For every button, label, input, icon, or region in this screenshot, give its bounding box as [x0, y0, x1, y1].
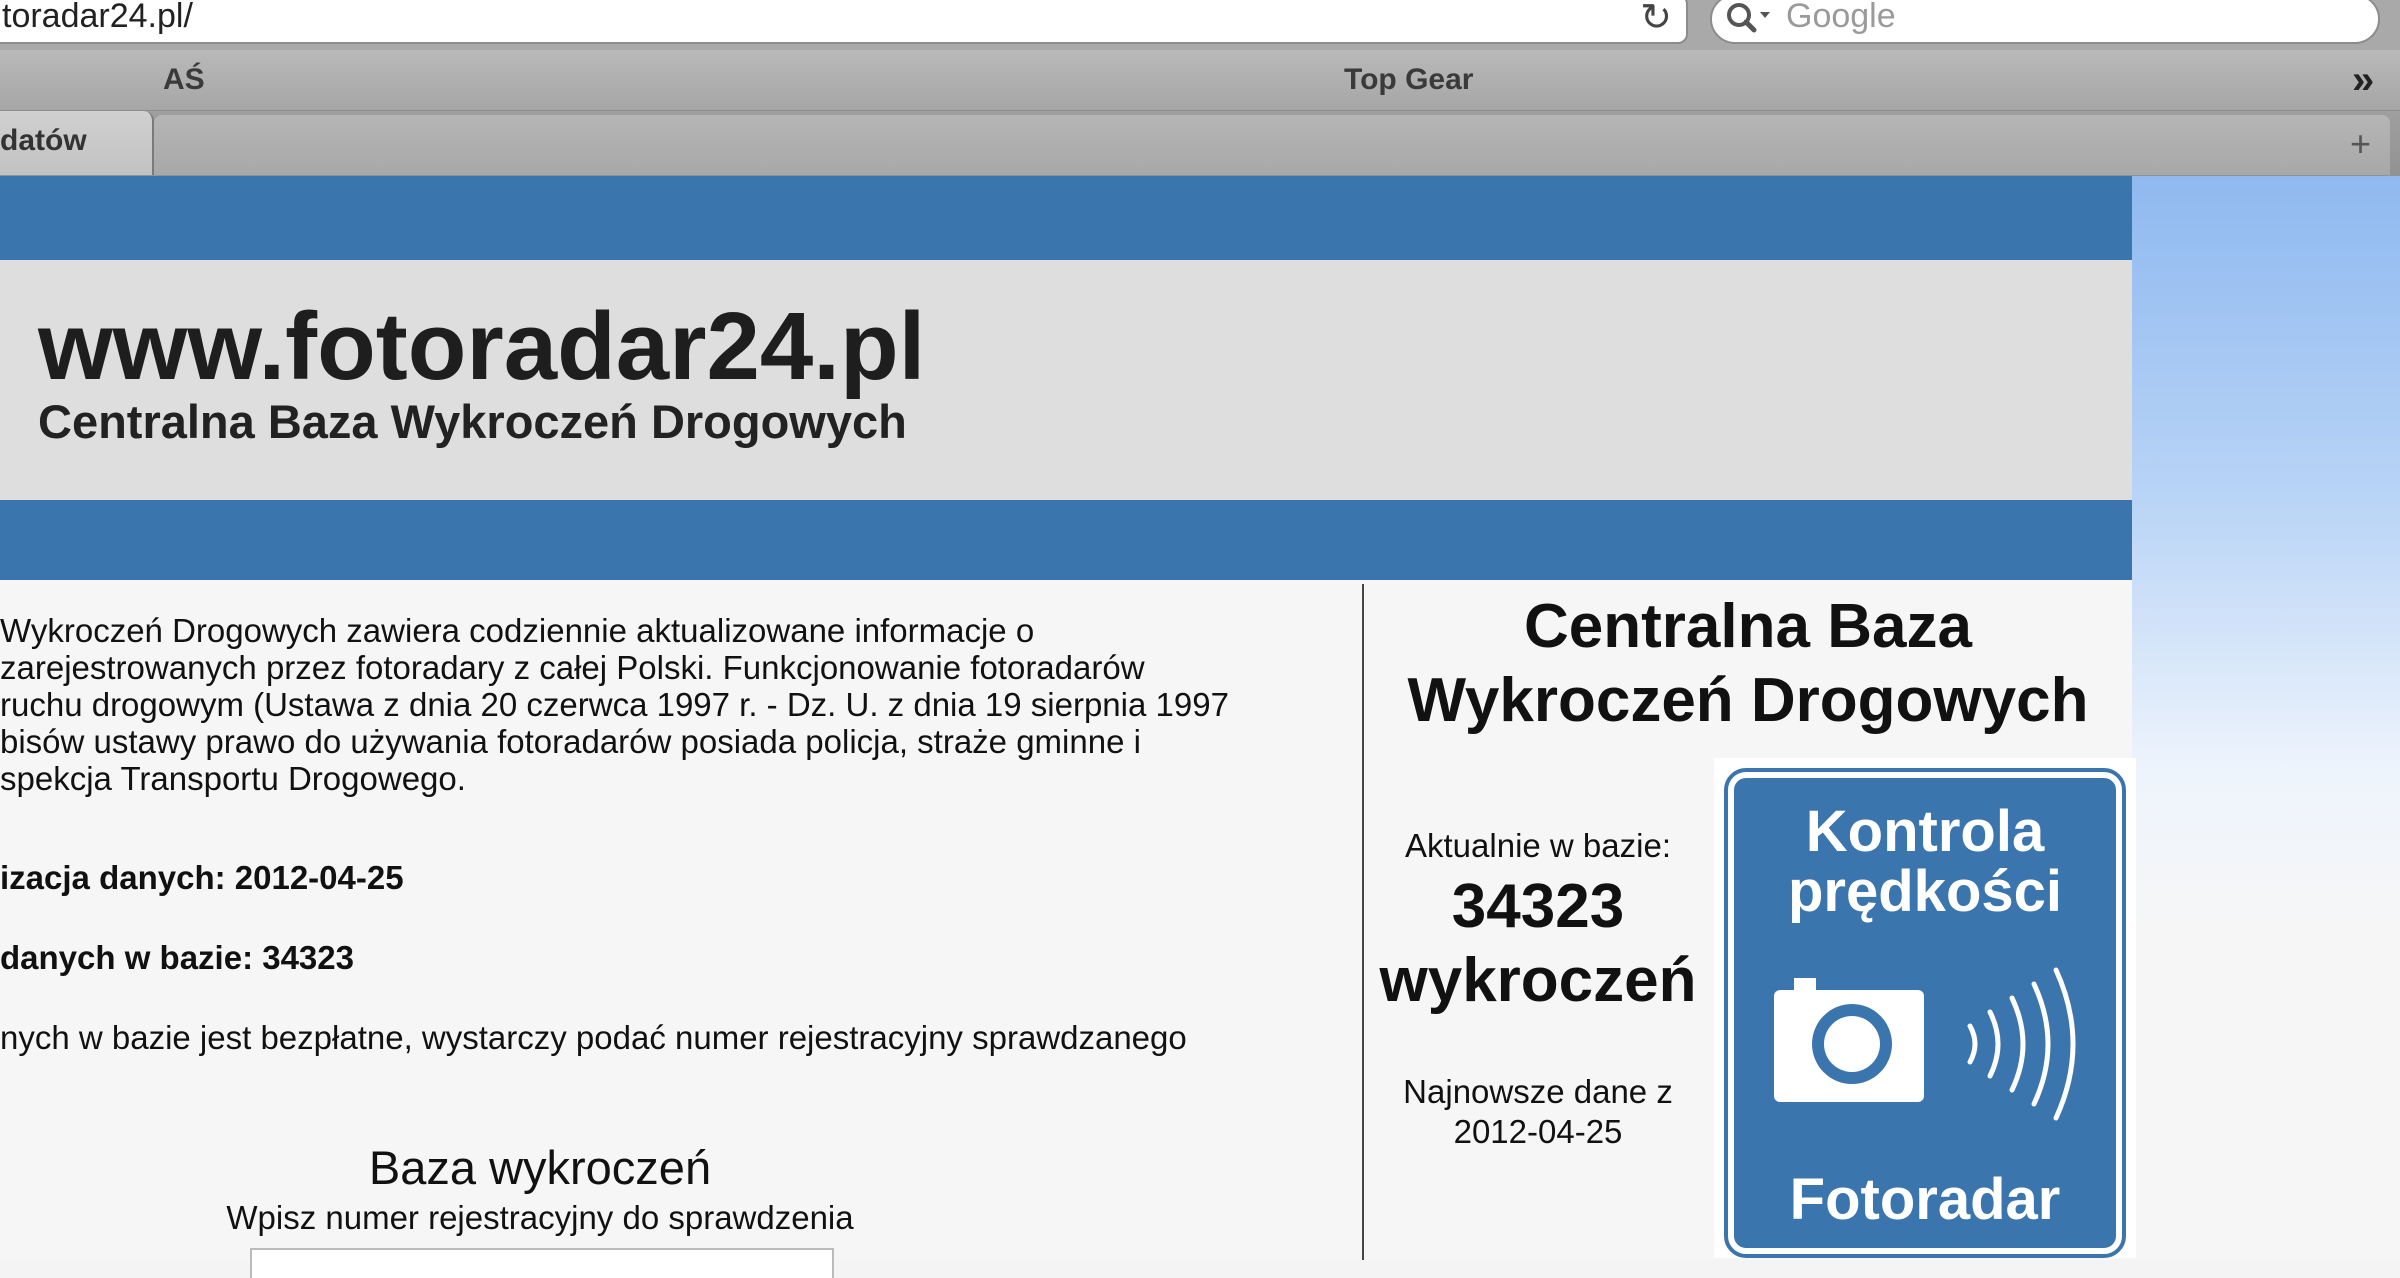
- sidebar-title: Centralna Baza Wykroczeń Drogowych: [1364, 590, 2132, 738]
- page-background-gradient: [2132, 176, 2400, 1260]
- new-tab-icon[interactable]: +: [2350, 111, 2371, 176]
- counter-unit: wykroczeń: [1379, 946, 1697, 1015]
- tab-empty[interactable]: [154, 115, 2390, 175]
- intro-text-line: zarejestrowanych przez fotoradary z całe…: [0, 649, 1145, 686]
- data-update-date: izacja danych: 2012-04-25: [0, 859, 404, 896]
- tab-active[interactable]: datów: [0, 111, 154, 175]
- violation-search-hint: Wpisz numer rejestracyjny do sprawdzenia: [226, 1199, 854, 1236]
- search-icon[interactable]: [1722, 0, 1776, 40]
- sidebar: Centralna Baza Wykroczeń Drogowych Aktua…: [1364, 580, 2136, 1260]
- browser-chrome: toradar24.pl/ ↻ Google AŚ Top Gear » dat…: [0, 0, 2400, 179]
- intro-text-line: spekcja Transportu Drogowego.: [0, 760, 466, 797]
- free-check-text: nych w bazie jest bezpłatne, wystarczy p…: [0, 1019, 1187, 1056]
- intro-text-line: Wykroczeń Drogowych zawiera codziennie a…: [0, 612, 1035, 649]
- counter-number: 34323: [1451, 872, 1625, 941]
- camera-icon: [1774, 978, 1924, 1102]
- banner-bottom-stripe: [0, 500, 2132, 580]
- site-title[interactable]: www.fotoradar24.pl: [38, 292, 925, 402]
- banner-top-stripe: [0, 176, 2132, 260]
- bookmark-as[interactable]: AŚ: [163, 50, 205, 110]
- latest-data-label: Najnowsze dane z: [1403, 1073, 1673, 1110]
- plate-number-input[interactable]: [250, 1248, 834, 1278]
- intro-text-line: bisów ustawy prawo do używania fotoradar…: [0, 723, 1141, 760]
- tab-bar: datów: [0, 111, 2400, 179]
- tab-active-label: datów: [0, 124, 87, 157]
- bookmarks-bar: AŚ Top Gear »: [0, 50, 2400, 111]
- sign-text-line: Kontrola: [1805, 799, 2045, 864]
- speed-camera-sign-panel: Kontrola prędkości Fotoradar: [1724, 768, 2126, 1258]
- bookmarks-overflow-icon[interactable]: »: [2352, 50, 2374, 110]
- counter-label: Aktualnie w bazie:: [1405, 827, 1671, 864]
- sign-bottom-text: Fotoradar: [1789, 1167, 2061, 1232]
- sidebar-title-line: Centralna Baza: [1524, 592, 1972, 661]
- data-record-count: danych w bazie: 34323: [0, 939, 354, 976]
- radar-waves-icon: [1967, 967, 2076, 1121]
- intro-text-line: ruchu drogowym (Ustawa z dnia 20 czerwca…: [0, 686, 1229, 723]
- reload-icon[interactable]: ↻: [1640, 0, 1672, 38]
- latest-data-date: 2012-04-25: [1453, 1113, 1623, 1150]
- address-text[interactable]: toradar24.pl/: [2, 0, 193, 36]
- search-placeholder[interactable]: Google: [1786, 0, 1896, 36]
- site-subtitle: Centralna Baza Wykroczeń Drogowych: [38, 395, 907, 448]
- address-bar[interactable]: toradar24.pl/ ↻: [0, 0, 1688, 44]
- bookmark-top-gear[interactable]: Top Gear: [1344, 50, 1473, 110]
- search-box[interactable]: Google: [1710, 0, 2380, 44]
- sidebar-title-line: Wykroczeń Drogowych: [1407, 666, 2089, 735]
- web-page: www.fotoradar24.pl Centralna Baza Wykroc…: [0, 176, 2400, 1278]
- sign-text-line: prędkości: [1788, 859, 2062, 924]
- speed-camera-sign: Kontrola prędkości Fotoradar: [1714, 758, 2136, 1258]
- violation-search-heading: Baza wykroczeń: [368, 1141, 712, 1194]
- main-content: Wykroczeń Drogowych zawiera codziennie a…: [0, 580, 1362, 1278]
